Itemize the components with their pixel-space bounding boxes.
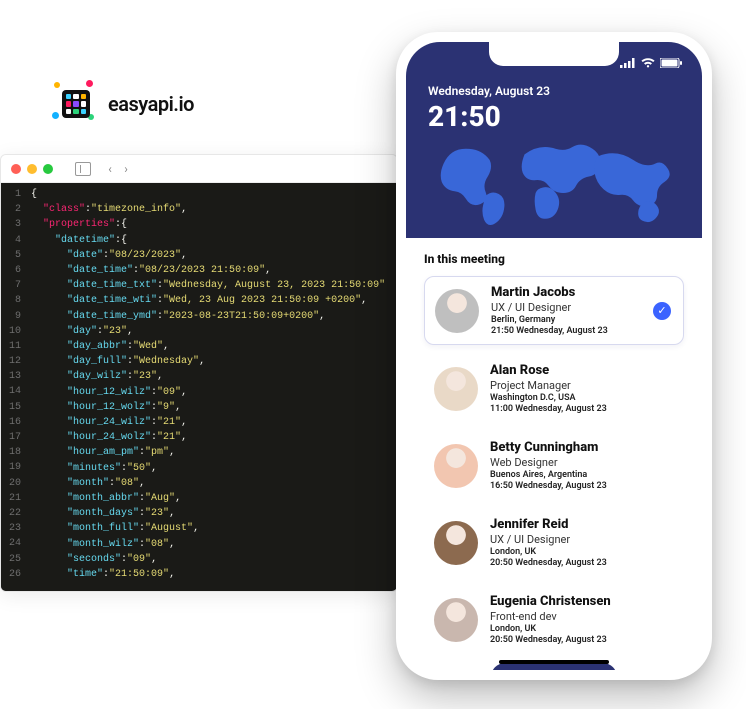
avatar xyxy=(434,598,478,642)
participant-info: Martin JacobsUX / UI DesignerBerlin, Ger… xyxy=(491,285,608,336)
participant-info: Betty CunninghamWeb DesignerBuenos Aires… xyxy=(490,440,607,491)
phone-frame: Wednesday, August 23 21:50 In this meeti… xyxy=(396,32,712,680)
participant-name: Eugenia Christensen xyxy=(490,594,611,609)
line-number-gutter: 1234567891011121314151617181920212223242… xyxy=(1,183,25,591)
nav-back-icon[interactable]: ‹ xyxy=(103,162,117,176)
world-map-icon xyxy=(428,136,680,228)
participant-role: Web Designer xyxy=(490,456,607,469)
participant-time: 20:50 Wednesday, August 23 xyxy=(490,558,607,568)
participant-time: 16:50 Wednesday, August 23 xyxy=(490,481,607,491)
code-editor-window: ‹ › 123456789101112131415161718192021222… xyxy=(0,154,398,592)
participant-name: Jennifer Reid xyxy=(490,517,607,532)
participant-card[interactable]: Alan RoseProject ManagerWashington D.C, … xyxy=(424,355,684,422)
avatar xyxy=(434,444,478,488)
logo-text: easyapi.io xyxy=(108,92,194,116)
app-body: In this meeting Martin JacobsUX / UI Des… xyxy=(406,238,702,670)
code-window-titlebar: ‹ › xyxy=(1,155,397,183)
close-icon[interactable] xyxy=(11,164,21,174)
phone-screen: Wednesday, August 23 21:50 In this meeti… xyxy=(406,42,702,670)
participant-name: Alan Rose xyxy=(490,363,607,378)
brand-logo: easyapi.io xyxy=(54,82,194,126)
header-time: 21:50 xyxy=(428,100,680,133)
participant-list: Martin JacobsUX / UI DesignerBerlin, Ger… xyxy=(424,276,684,653)
minimize-icon[interactable] xyxy=(27,164,37,174)
participant-location: London, UK xyxy=(490,624,611,634)
avatar xyxy=(435,289,479,333)
maximize-icon[interactable] xyxy=(43,164,53,174)
status-bar xyxy=(620,58,682,68)
add-participant-button[interactable]: + Add Participant xyxy=(491,663,617,670)
signal-icon xyxy=(620,58,636,68)
participant-time: 20:50 Wednesday, August 23 xyxy=(490,635,611,645)
home-indicator[interactable] xyxy=(499,660,609,664)
code-body[interactable]: 1234567891011121314151617181920212223242… xyxy=(1,183,397,591)
participant-card[interactable]: Martin JacobsUX / UI DesignerBerlin, Ger… xyxy=(424,276,684,345)
participant-location: London, UK xyxy=(490,547,607,557)
participant-name: Martin Jacobs xyxy=(491,285,608,300)
participant-time: 21:50 Wednesday, August 23 xyxy=(491,326,608,336)
header-date: Wednesday, August 23 xyxy=(428,84,680,98)
wifi-icon xyxy=(641,58,655,68)
participant-info: Eugenia ChristensenFront-end devLondon, … xyxy=(490,594,611,645)
avatar xyxy=(434,521,478,565)
participant-role: UX / UI Designer xyxy=(490,533,607,546)
battery-icon xyxy=(660,58,682,68)
selected-check-icon: ✓ xyxy=(653,302,671,320)
participant-card[interactable]: Eugenia ChristensenFront-end devLondon, … xyxy=(424,586,684,653)
participant-location: Berlin, Germany xyxy=(491,315,608,325)
code-content[interactable]: { "class":"timezone_info", "properties":… xyxy=(25,183,397,591)
participant-location: Washington D.C, USA xyxy=(490,393,607,403)
avatar xyxy=(434,367,478,411)
participant-role: UX / UI Designer xyxy=(491,301,608,314)
participant-role: Project Manager xyxy=(490,379,607,392)
participant-location: Buenos Aires, Argentina xyxy=(490,470,607,480)
logo-mark-icon xyxy=(54,82,98,126)
participant-info: Jennifer ReidUX / UI DesignerLondon, UK2… xyxy=(490,517,607,568)
sidebar-toggle-icon[interactable] xyxy=(75,162,91,176)
participant-info: Alan RoseProject ManagerWashington D.C, … xyxy=(490,363,607,414)
participant-card[interactable]: Betty CunninghamWeb DesignerBuenos Aires… xyxy=(424,432,684,499)
nav-forward-icon[interactable]: › xyxy=(119,162,133,176)
participant-card[interactable]: Jennifer ReidUX / UI DesignerLondon, UK2… xyxy=(424,509,684,576)
app-header: Wednesday, August 23 21:50 xyxy=(406,42,702,238)
phone-notch xyxy=(489,42,619,66)
participant-role: Front-end dev xyxy=(490,610,611,623)
participant-time: 11:00 Wednesday, August 23 xyxy=(490,404,607,414)
participant-name: Betty Cunningham xyxy=(490,440,607,455)
section-title: In this meeting xyxy=(424,252,684,266)
